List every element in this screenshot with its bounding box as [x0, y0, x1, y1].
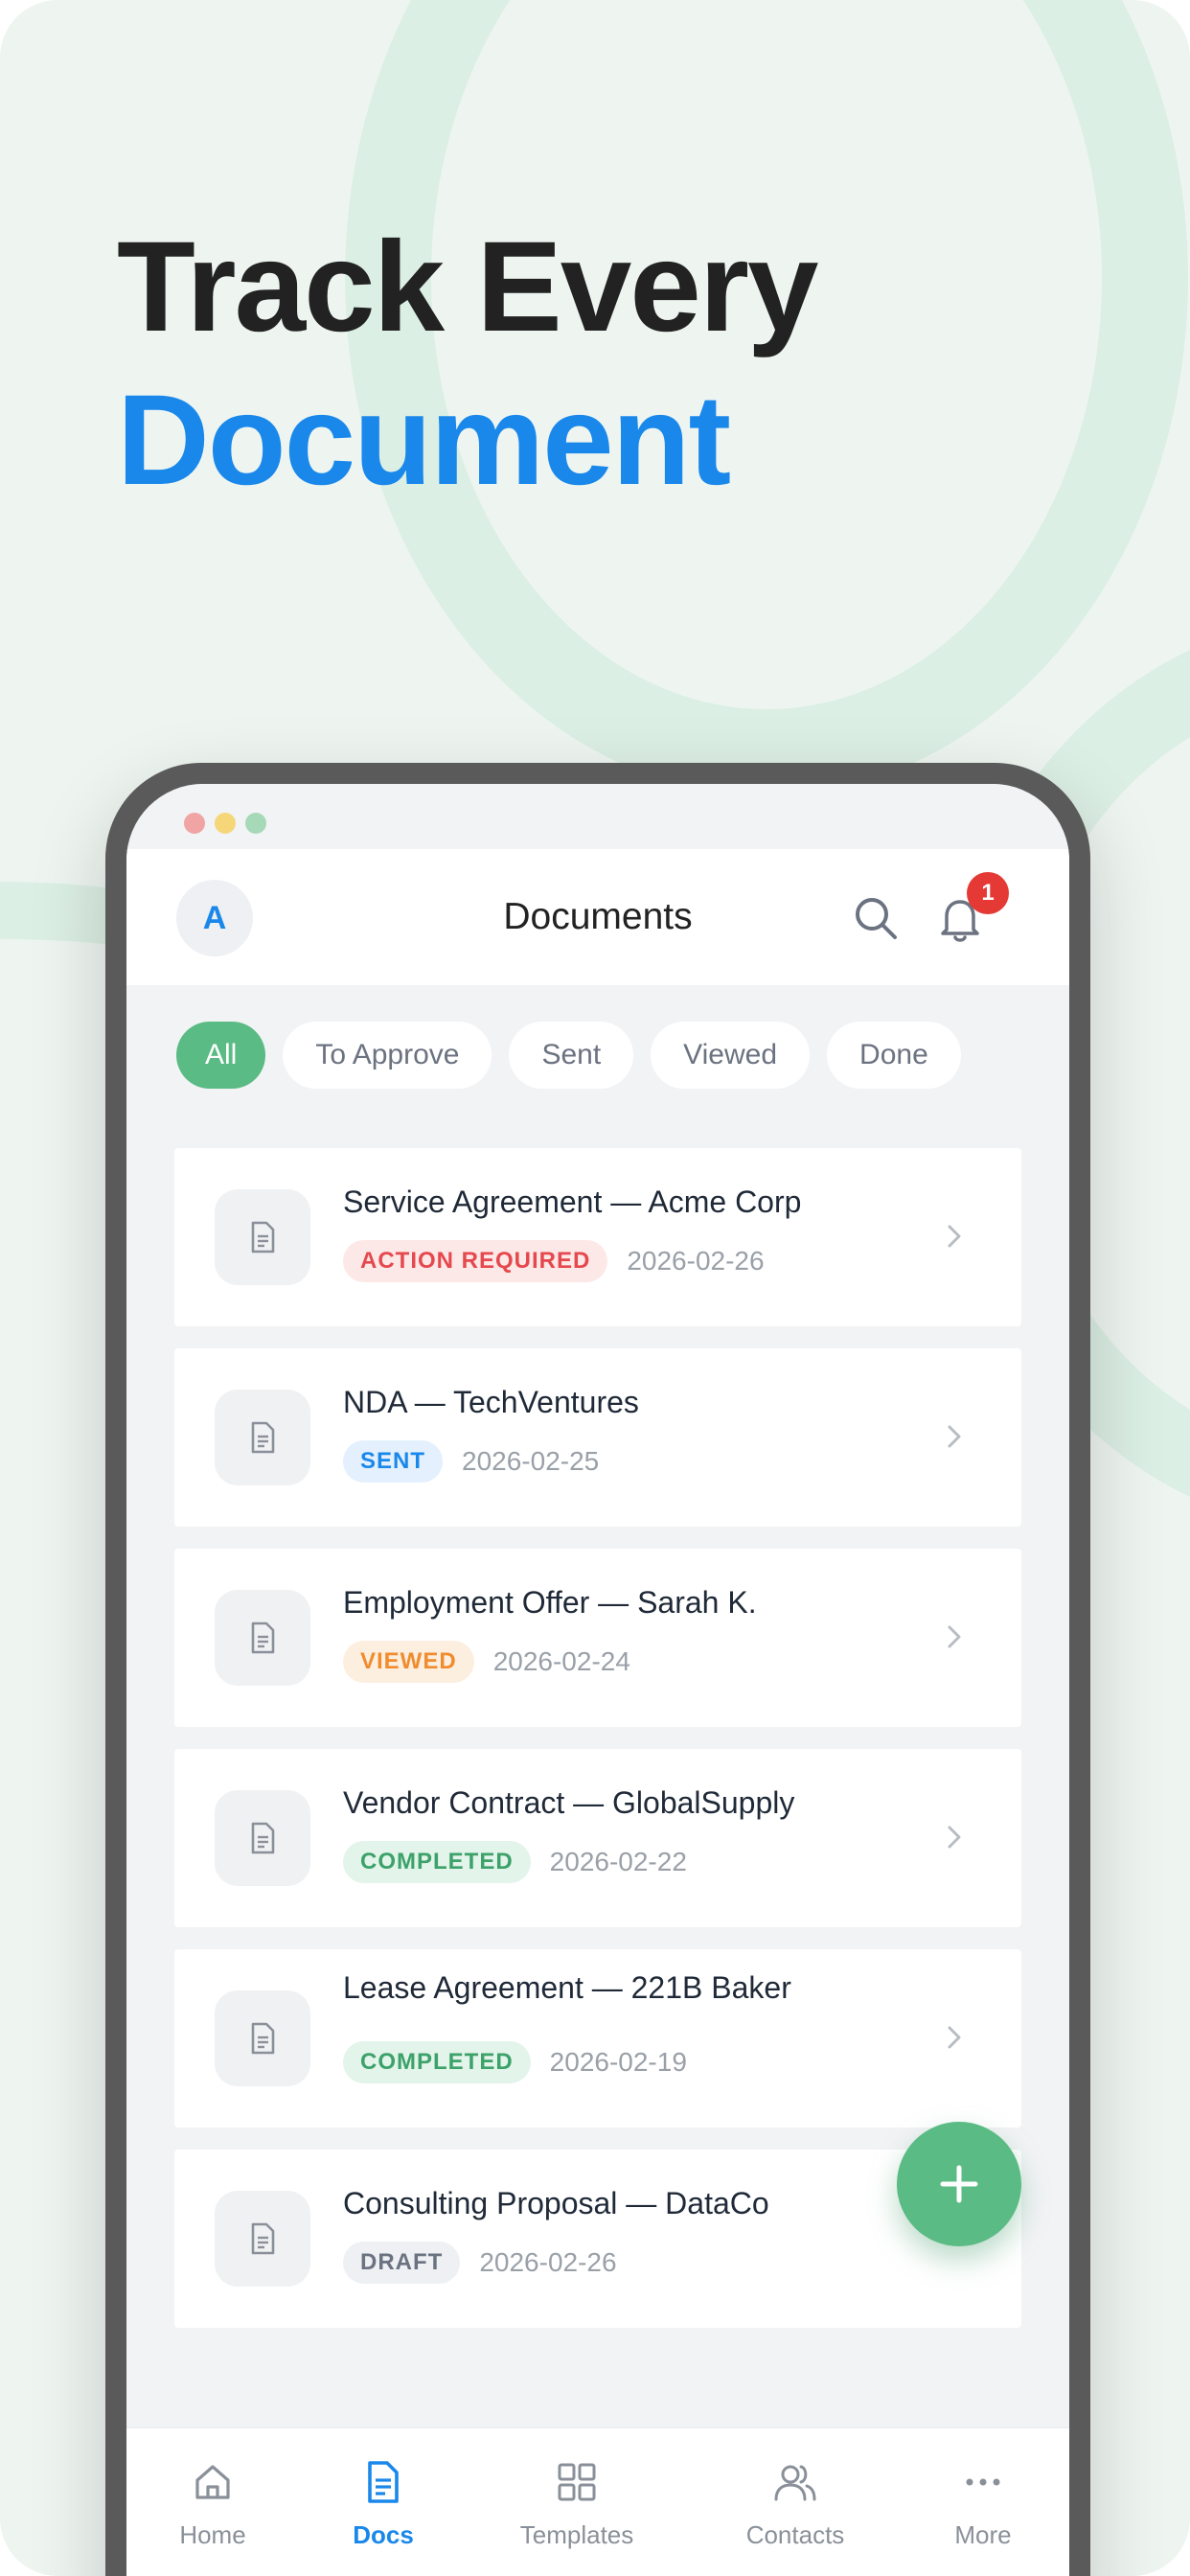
tab-label: Contacts: [745, 2520, 845, 2549]
chevron-right-icon: [935, 2018, 973, 2057]
document-date: 2026-02-26: [627, 1246, 765, 1276]
document-icon: [215, 1189, 310, 1285]
window-dot-red: [184, 813, 205, 834]
tab-label: Docs: [353, 2520, 414, 2549]
document-title: Service Agreement — Acme Corp: [343, 1184, 802, 1219]
tab-label: Home: [179, 2520, 246, 2549]
filter-chip-done[interactable]: Done: [827, 1022, 961, 1089]
grid-icon: [558, 2463, 596, 2501]
document-card[interactable]: Lease Agreement — 221B Baker St COMPLETE…: [174, 1949, 1021, 2128]
status-badge: SENT: [343, 1440, 444, 1483]
home-icon: [195, 2465, 230, 2499]
document-icon: [215, 1990, 310, 2086]
status-badge: COMPLETED: [343, 2041, 531, 2083]
document-icon: [215, 1790, 310, 1886]
tab-home[interactable]: Home: [136, 2455, 289, 2550]
document-date: 2026-02-26: [479, 2247, 617, 2277]
document-title: Consulting Proposal — DataCo: [343, 2186, 769, 2220]
status-badge: COMPLETED: [343, 1841, 531, 1883]
tab-templates[interactable]: Templates: [500, 2455, 653, 2550]
document-icon: [215, 1590, 310, 1686]
document-meta: ACTION REQUIRED 2026-02-26: [343, 1240, 765, 1282]
document-card[interactable]: Employment Offer — Sarah K. VIEWED 2026-…: [174, 1549, 1021, 1727]
document-meta: COMPLETED 2026-02-19: [343, 2041, 687, 2083]
phone-screen: Documents A 1 All To Approve Sent Viewed…: [126, 784, 1069, 2576]
document-card[interactable]: Vendor Contract — GlobalSupply COMPLETED…: [174, 1749, 1021, 1927]
headline-line-1: Track Every: [117, 216, 819, 358]
filter-chip-sent[interactable]: Sent: [509, 1022, 634, 1089]
document-icon: [215, 1390, 310, 1485]
document-title: Employment Offer — Sarah K.: [343, 1585, 757, 1620]
document-title: Lease Agreement — 221B Baker St: [343, 1970, 791, 2009]
document-date: 2026-02-19: [549, 2047, 687, 2077]
notification-badge: 1: [967, 872, 1009, 914]
window-controls: [126, 784, 1069, 849]
tab-docs[interactable]: Docs: [307, 2455, 460, 2550]
document-meta: SENT 2026-02-25: [343, 1440, 599, 1483]
tab-contacts[interactable]: Contacts: [719, 2455, 872, 2550]
document-date: 2026-02-25: [462, 1446, 600, 1476]
status-badge: ACTION REQUIRED: [343, 1240, 608, 1282]
document-title: NDA — TechVentures: [343, 1385, 639, 1419]
phone-frame: Documents A 1 All To Approve Sent Viewed…: [105, 763, 1090, 2576]
headline-line-2: Document: [117, 369, 731, 512]
document-title: Vendor Contract — GlobalSupply: [343, 1785, 795, 1820]
document-card[interactable]: Service Agreement — Acme Corp ACTION REQ…: [174, 1148, 1021, 1326]
chevron-right-icon: [935, 1417, 973, 1456]
filter-chips: All To Approve Sent Viewed Done: [176, 1022, 961, 1089]
tab-label: Templates: [519, 2520, 634, 2549]
promo-canvas: Track Every Document Documents A 1 All T…: [0, 0, 1190, 2576]
plus-icon: [940, 2165, 978, 2203]
status-badge: VIEWED: [343, 1641, 474, 1683]
bottom-tab-bar: Home Docs Templates Contacts More: [126, 2426, 1069, 2576]
window-dot-yellow: [215, 813, 236, 834]
users-icon: [774, 2465, 816, 2501]
document-date: 2026-02-24: [492, 1646, 630, 1676]
window-dot-green: [245, 813, 266, 834]
document-date: 2026-02-22: [549, 1847, 687, 1876]
search-icon[interactable]: [849, 891, 903, 945]
promo-headline: Track Every Document: [117, 211, 819, 518]
filter-chip-all[interactable]: All: [176, 1022, 266, 1089]
document-card[interactable]: NDA — TechVentures SENT 2026-02-25: [174, 1348, 1021, 1527]
add-document-button[interactable]: [897, 2122, 1021, 2246]
filter-chip-to-approve[interactable]: To Approve: [283, 1022, 492, 1089]
tab-label: More: [954, 2520, 1012, 2549]
chevron-right-icon: [935, 1618, 973, 1656]
chevron-right-icon: [935, 1217, 973, 1255]
document-icon: [215, 2191, 310, 2287]
document-meta: COMPLETED 2026-02-22: [343, 1841, 687, 1883]
filter-chip-viewed[interactable]: Viewed: [651, 1022, 811, 1089]
chevron-right-icon: [935, 1818, 973, 1856]
document-icon: [368, 2461, 399, 2503]
app-header: Documents A 1: [126, 849, 1069, 985]
more-icon: [966, 2478, 1000, 2486]
document-meta: DRAFT 2026-02-26: [343, 2242, 617, 2284]
tab-more[interactable]: More: [906, 2455, 1060, 2550]
page-title: Documents: [503, 896, 693, 937]
document-card[interactable]: Consulting Proposal — DataCo DRAFT 2026-…: [174, 2150, 1021, 2328]
document-meta: VIEWED 2026-02-24: [343, 1641, 630, 1683]
avatar[interactable]: A: [176, 880, 253, 956]
status-badge: DRAFT: [343, 2242, 461, 2284]
